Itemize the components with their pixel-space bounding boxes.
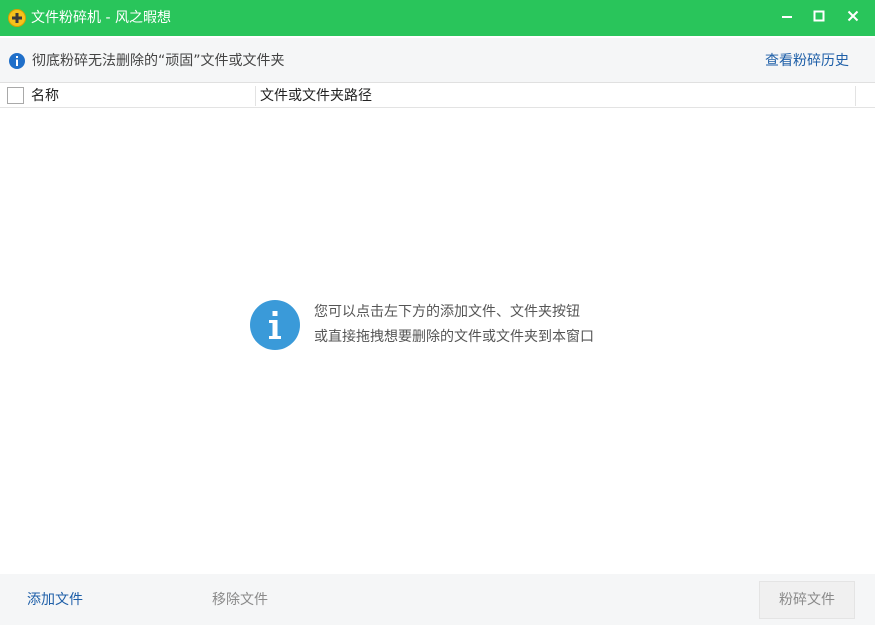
empty-hint-line-1: 您可以点击左下方的添加文件、文件夹按钮 — [314, 304, 580, 320]
column-header-path[interactable]: 文件或文件夹路径 — [260, 83, 372, 109]
empty-hint-line-2: 或直接拖拽想要删除的文件或文件夹到本窗口 — [314, 329, 594, 345]
window-title: 文件粉碎机 - 风之暇想 — [31, 10, 171, 26]
column-divider[interactable] — [255, 86, 256, 106]
view-shred-history-link[interactable]: 查看粉碎历史 — [765, 38, 849, 82]
shred-files-button[interactable]: 粉碎文件 — [759, 581, 855, 619]
remove-file-button[interactable]: 移除文件 — [212, 574, 268, 625]
empty-state-hint: 您可以点击左下方的添加文件、文件夹按钮 或直接拖拽想要删除的文件或文件夹到本窗口 — [250, 298, 650, 352]
close-button[interactable] — [836, 0, 870, 36]
info-icon — [9, 53, 25, 69]
close-icon — [847, 10, 859, 26]
maximize-button[interactable] — [802, 0, 836, 36]
maximize-icon — [813, 10, 825, 26]
file-list-drop-area[interactable]: 您可以点击左下方的添加文件、文件夹按钮 或直接拖拽想要删除的文件或文件夹到本窗口 — [2, 108, 873, 574]
file-list-header: 名称 文件或文件夹路径 — [0, 82, 875, 108]
column-divider[interactable] — [855, 86, 856, 106]
info-icon — [250, 300, 300, 350]
add-file-button[interactable]: 添加文件 — [27, 574, 83, 625]
footer-bar: 添加文件 移除文件 粉碎文件 — [0, 574, 875, 625]
plus-circle-icon — [8, 9, 26, 27]
minimize-button[interactable] — [770, 0, 804, 36]
title-bar[interactable]: 文件粉碎机 - 风之暇想 — [0, 0, 875, 36]
minimize-icon — [781, 10, 793, 26]
column-header-name[interactable]: 名称 — [31, 83, 59, 109]
info-bar: 彻底粉碎无法删除的“顽固”文件或文件夹 查看粉碎历史 — [0, 38, 875, 82]
select-all-checkbox[interactable] — [7, 87, 24, 104]
file-shredder-window: 文件粉碎机 - 风之暇想 彻底粉碎无法删除的“顽固”文件或文件夹 查看粉碎历史 … — [0, 0, 875, 625]
info-description: 彻底粉碎无法删除的“顽固”文件或文件夹 — [32, 53, 285, 69]
